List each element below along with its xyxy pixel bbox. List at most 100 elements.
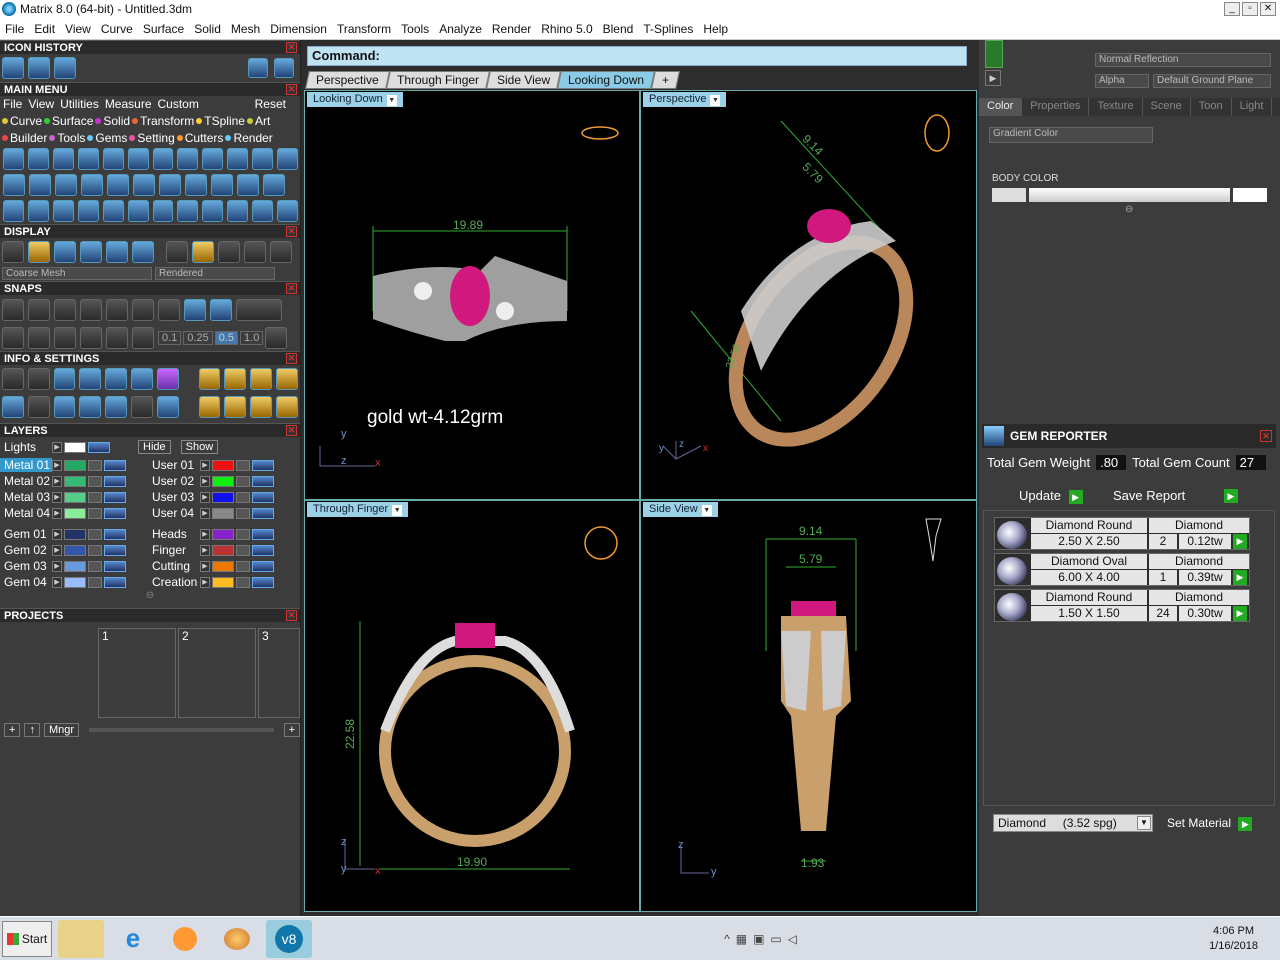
matrix-app-icon[interactable]: v8 [266, 919, 312, 958]
body-color-gradient[interactable] [992, 188, 1267, 202]
network-icon[interactable]: ▦ [736, 932, 747, 946]
snap-icon[interactable] [132, 299, 154, 321]
info-icon[interactable] [105, 396, 128, 418]
info-icon[interactable] [2, 368, 24, 390]
gem-select-arrow[interactable]: ▶ [1233, 534, 1247, 549]
snap-icon[interactable] [132, 327, 154, 349]
gem-select-arrow[interactable]: ▶ [1233, 570, 1247, 585]
back-arrow-icon[interactable] [248, 58, 268, 78]
project-slot[interactable]: 3 [258, 628, 300, 718]
menu-transform[interactable]: Transform [332, 22, 396, 36]
layer-toggle[interactable] [104, 459, 126, 471]
layer-toggle[interactable] [252, 560, 274, 572]
history-icon-3[interactable] [54, 57, 76, 79]
tool-icon[interactable] [29, 174, 51, 196]
display-icon[interactable] [2, 241, 24, 263]
tool-icon[interactable] [277, 200, 299, 222]
menu-tools[interactable]: Tools [396, 22, 434, 36]
tool-icon[interactable] [277, 148, 299, 170]
tool-icon[interactable] [52, 148, 74, 170]
info-icon[interactable] [79, 368, 102, 390]
snap-value-0.25[interactable]: 0.25 [183, 331, 213, 345]
project-slot[interactable]: 1 [98, 628, 176, 718]
info-icon[interactable] [131, 368, 153, 390]
gem-select-arrow[interactable]: ▶ [1233, 606, 1247, 621]
info-icon[interactable] [53, 396, 76, 418]
tool-icon[interactable] [202, 200, 224, 222]
tool-icon[interactable] [127, 200, 149, 222]
show-button[interactable]: Show [180, 440, 219, 454]
close-icon[interactable]: ✕ [286, 226, 297, 237]
menu-file[interactable]: File [0, 22, 29, 36]
collapse-handle[interactable]: ⊖ [0, 590, 300, 608]
layer-gem-03[interactable]: Gem 03 [0, 559, 52, 573]
info-icon[interactable] [2, 396, 24, 418]
snap-icon[interactable] [28, 299, 50, 321]
tool-icon[interactable] [77, 148, 99, 170]
display-icon[interactable] [218, 241, 240, 263]
display-icon[interactable] [192, 241, 214, 263]
cat-curve[interactable]: Curve [10, 114, 42, 128]
layer-user-01[interactable]: User 01 [148, 458, 200, 472]
layer-metal-03[interactable]: Metal 03 [0, 490, 52, 504]
tool-icon[interactable] [152, 200, 174, 222]
cat-gems[interactable]: Gems [95, 131, 127, 145]
internet-explorer-icon[interactable]: e [110, 920, 156, 958]
display-icon[interactable] [244, 241, 266, 263]
display-icon[interactable] [28, 241, 50, 263]
layer-user-02[interactable]: User 02 [148, 474, 200, 488]
snap-icon[interactable] [54, 327, 76, 349]
tool-icon[interactable] [133, 174, 155, 196]
snap-value-0.5[interactable]: 0.5 [214, 331, 239, 345]
layer-creation[interactable]: Creation [148, 575, 200, 589]
info-icon[interactable] [250, 396, 273, 418]
volume-icon[interactable]: ◁ [788, 932, 797, 946]
snap-icon[interactable] [2, 327, 24, 349]
layer-metal-02[interactable]: Metal 02 [0, 474, 52, 488]
snap-icon[interactable] [2, 299, 24, 321]
close-icon[interactable]: ✕ [286, 610, 297, 621]
viewport-looking-down[interactable]: Looking Down ▼ 19.89 gold wt-4.12grm y z … [304, 90, 640, 500]
layer-toggle[interactable] [252, 507, 274, 519]
info-icon[interactable] [198, 396, 221, 418]
tool-icon[interactable] [55, 174, 77, 196]
hide-button[interactable]: Hide [138, 440, 171, 454]
tool-icon[interactable] [263, 174, 285, 196]
viewport-perspective[interactable]: Perspective ▼ 9.14 5.79 22.58 y z x [640, 90, 977, 500]
display-icon[interactable] [270, 241, 292, 263]
clock[interactable]: 4:06 PM 1/16/2018 [1209, 924, 1258, 954]
add-project-button[interactable]: + [4, 723, 21, 737]
info-icon[interactable] [27, 396, 50, 418]
layer-metal-04[interactable]: Metal 04 [0, 506, 52, 520]
layer-gem-04[interactable]: Gem 04 [0, 575, 52, 589]
tool-icon[interactable] [27, 200, 49, 222]
info-icon[interactable] [198, 368, 221, 390]
viewport-side-view[interactable]: Side View ▼ 9.14 5.79 1.93 z y [640, 500, 977, 912]
menu-solid[interactable]: Solid [189, 22, 226, 36]
tool-icon[interactable] [107, 174, 129, 196]
tab-looking-down[interactable]: Looking Down [556, 71, 655, 89]
mm-measure[interactable]: Measure [105, 97, 152, 111]
menu-surface[interactable]: Surface [138, 22, 189, 36]
display-icon[interactable] [80, 241, 102, 263]
info-icon[interactable] [276, 396, 298, 418]
tool-icon[interactable] [252, 148, 274, 170]
menu-curve[interactable]: Curve [96, 22, 138, 36]
tool-icon[interactable] [3, 148, 24, 170]
tool-icon[interactable] [52, 200, 74, 222]
history-icon-2[interactable] [28, 57, 50, 79]
snap-icon[interactable] [28, 327, 50, 349]
viewport-through-finger[interactable]: Through Finger ▼ 22.58 19.90 z y x [304, 500, 640, 912]
reflection-select[interactable]: Normal Reflection [1095, 53, 1271, 67]
minimize-button[interactable]: _ [1224, 2, 1240, 16]
tool-icon[interactable] [252, 200, 274, 222]
slider-handle[interactable]: ⊖ [1125, 204, 1133, 215]
info-icon[interactable] [224, 368, 247, 390]
alpha-field[interactable]: Alpha [1095, 74, 1149, 88]
tool-icon[interactable] [81, 174, 103, 196]
tab-scene[interactable]: Scene [1143, 98, 1191, 116]
cat-solid[interactable]: Solid [103, 114, 130, 128]
tool-icon[interactable] [227, 148, 249, 170]
layer-toggle[interactable] [252, 459, 274, 471]
tool-icon[interactable] [211, 174, 233, 196]
